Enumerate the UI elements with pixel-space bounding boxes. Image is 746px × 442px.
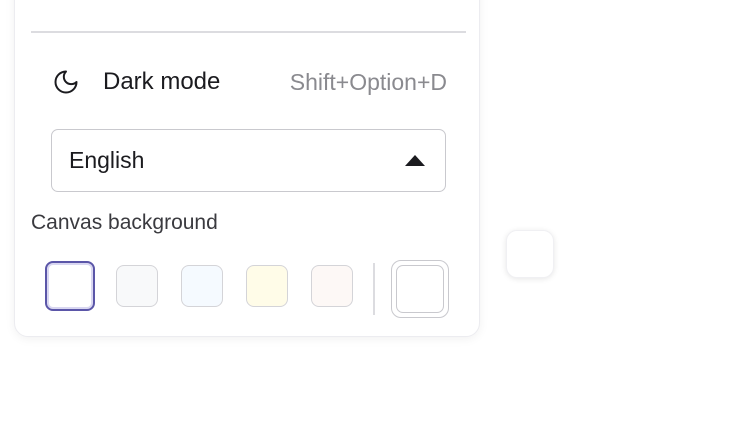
swatch-white[interactable] bbox=[45, 261, 95, 311]
language-select[interactable]: English bbox=[51, 129, 446, 192]
canvas-background-label: Canvas background bbox=[31, 211, 218, 234]
language-selected-value: English bbox=[69, 147, 145, 173]
floating-tool-button[interactable] bbox=[506, 230, 554, 278]
dark-mode-label: Dark mode bbox=[103, 68, 221, 95]
caret-up-icon bbox=[405, 155, 425, 166]
moon-icon bbox=[51, 67, 81, 97]
menu-divider bbox=[31, 31, 466, 33]
dark-mode-toggle[interactable]: Dark mode Shift+Option+D bbox=[51, 64, 447, 100]
dark-mode-shortcut: Shift+Option+D bbox=[289, 68, 447, 95]
canvas-background-swatches bbox=[45, 260, 457, 319]
swatch-light-pink[interactable] bbox=[311, 265, 353, 307]
custom-color-preview bbox=[396, 265, 444, 313]
custom-color-picker[interactable] bbox=[391, 260, 449, 318]
swatch-light-blue[interactable] bbox=[181, 265, 223, 307]
swatch-light-yellow[interactable] bbox=[246, 265, 288, 307]
swatch-divider bbox=[373, 263, 375, 315]
swatch-light-gray[interactable] bbox=[116, 265, 158, 307]
app-canvas[interactable]: Dark mode Shift+Option+D English Canvas … bbox=[0, 0, 746, 442]
main-menu-panel: Dark mode Shift+Option+D English Canvas … bbox=[14, 0, 480, 337]
